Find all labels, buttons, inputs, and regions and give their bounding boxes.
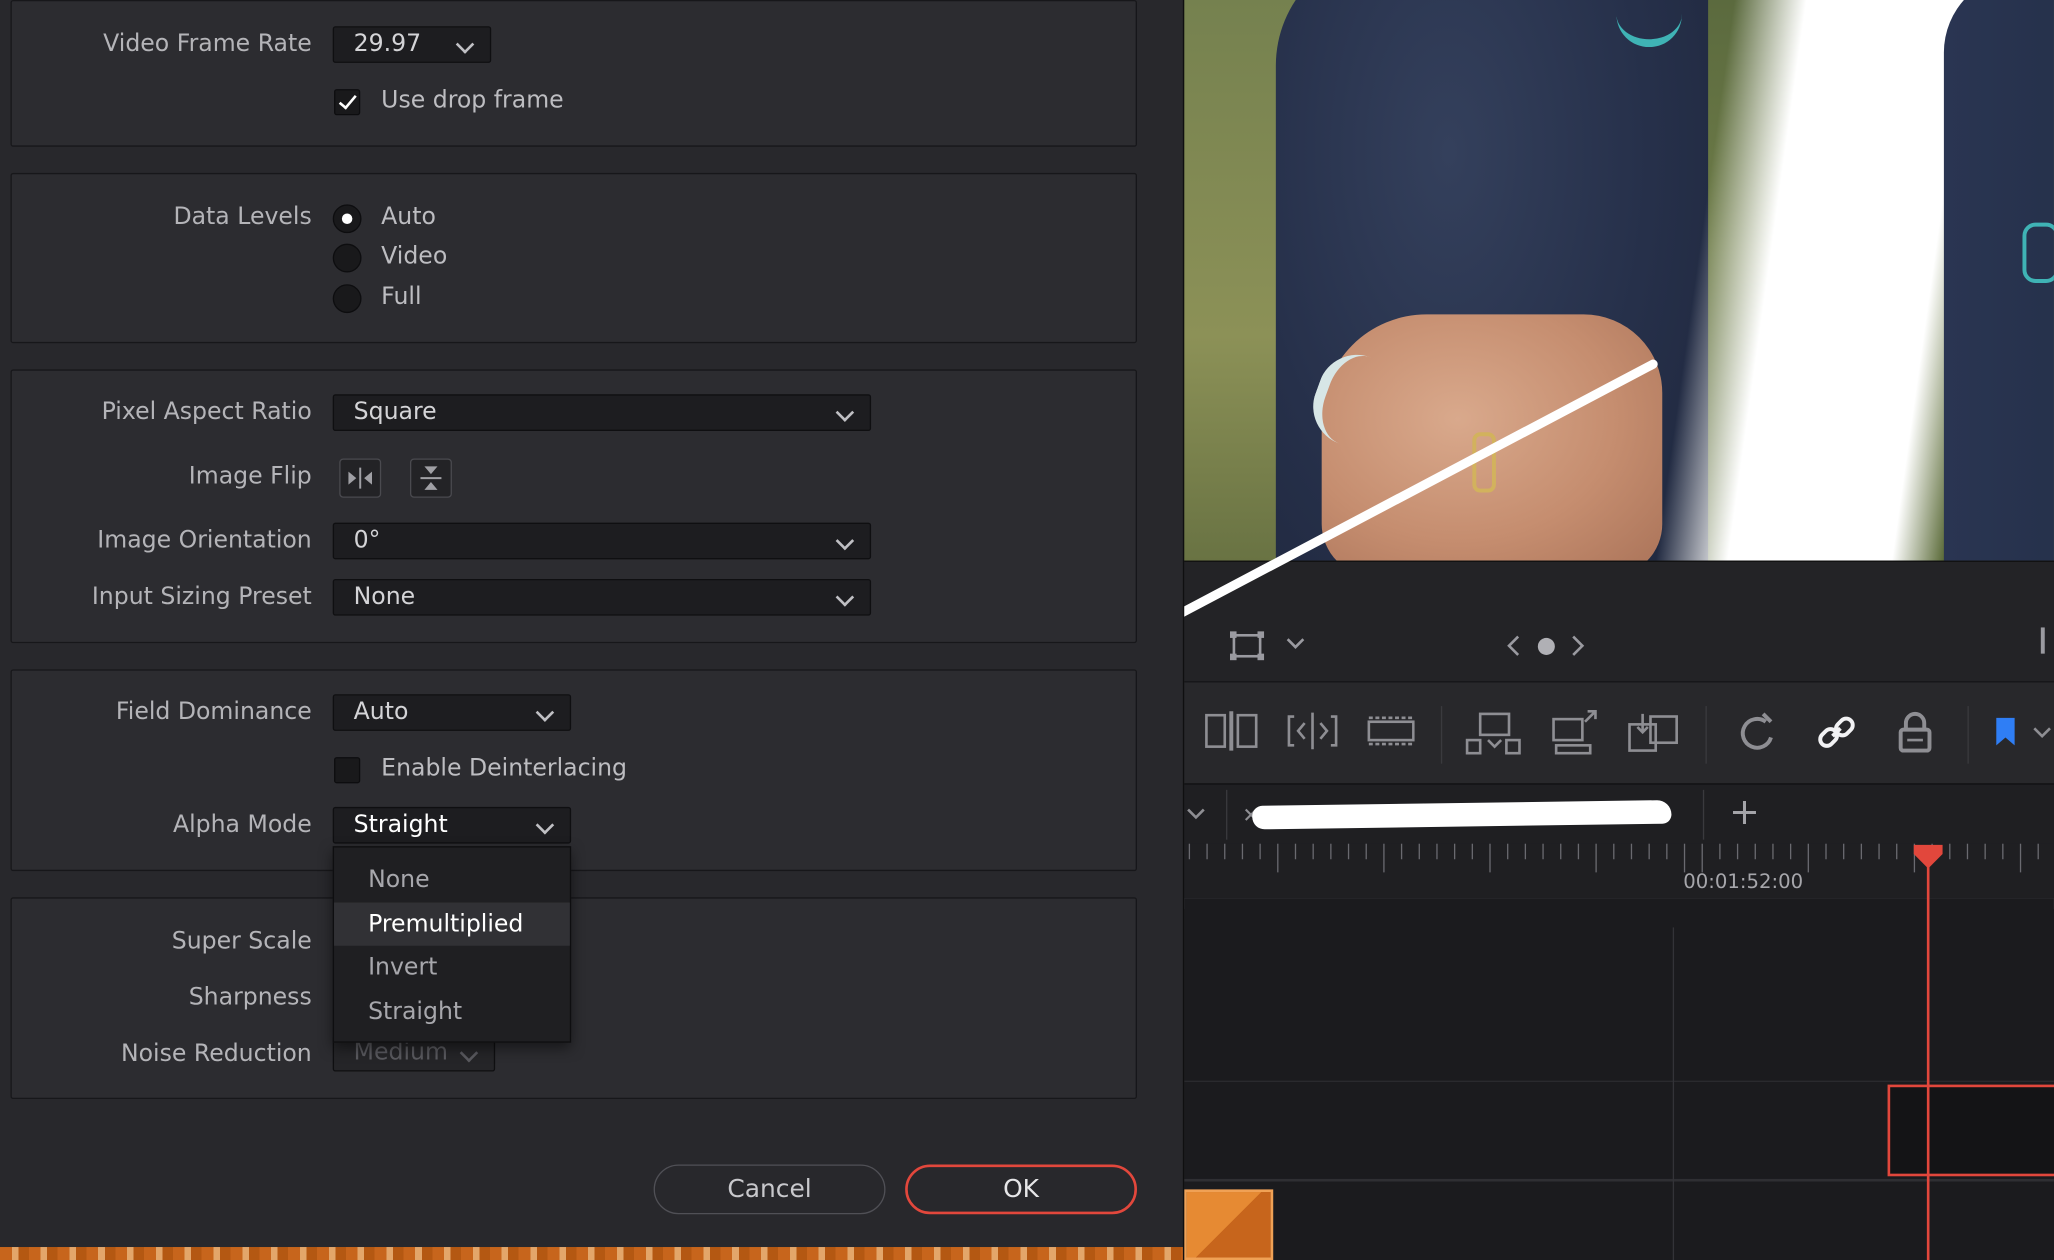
sharpness-label: Sharpness	[188, 983, 312, 1012]
video-frame-rate-label: Video Frame Rate	[103, 30, 312, 58]
field-dominance-label: Field Dominance	[115, 698, 312, 726]
data-levels-full-label: Full	[381, 282, 422, 311]
flip-vertical-icon	[420, 466, 442, 490]
alpha-mode-option-none[interactable]: None	[334, 858, 570, 901]
clip-attributes-dialog: Video Frame Rate 29.97 Use drop frame Da…	[0, 0, 1185, 1260]
use-drop-frame-label: Use drop frame	[381, 86, 564, 114]
data-levels-auto-radio[interactable]	[332, 204, 362, 234]
chevron-down-icon	[455, 35, 475, 54]
alpha-mode-option-invert[interactable]: Invert	[334, 946, 570, 989]
input-sizing-preset-label: Input Sizing Preset	[91, 582, 312, 611]
flip-horizontal-icon	[348, 467, 373, 489]
pixel-aspect-ratio-value: Square	[353, 398, 437, 426]
alpha-mode-dropdown-menu: None Premultiplied Invert Straight	[332, 846, 572, 1043]
super-scale-label: Super Scale	[171, 927, 312, 955]
ok-button[interactable]: OK	[905, 1164, 1137, 1215]
use-drop-frame-checkbox[interactable]	[334, 89, 361, 116]
noise-reduction-label: Noise Reduction	[120, 1040, 312, 1068]
chevron-down-icon	[835, 588, 855, 607]
alpha-mode-option-straight[interactable]: Straight	[334, 990, 570, 1033]
data-levels-video-label: Video	[381, 242, 448, 270]
image-flip-label: Image Flip	[188, 462, 312, 490]
chevron-down-icon	[835, 403, 855, 422]
enable-deinterlacing-label: Enable Deinterlacing	[381, 754, 628, 783]
chevron-down-icon	[535, 815, 555, 835]
frame-rate-group	[10, 0, 1137, 147]
alpha-mode-label: Alpha Mode	[172, 810, 312, 839]
enable-deinterlacing-checkbox[interactable]	[334, 757, 361, 784]
cancel-button[interactable]: Cancel	[653, 1164, 886, 1215]
chevron-down-icon	[835, 531, 855, 551]
flip-horizontal-button[interactable]	[339, 458, 382, 498]
alpha-mode-option-premultiplied[interactable]: Premultiplied	[334, 902, 570, 946]
field-dominance-select[interactable]: Auto	[332, 694, 572, 731]
chevron-down-icon	[459, 1043, 479, 1063]
video-frame-rate-select[interactable]: 29.97	[332, 26, 492, 63]
pixel-aspect-ratio-select[interactable]: Square	[332, 394, 872, 431]
video-frame-rate-value: 29.97	[353, 30, 422, 58]
data-levels-full-radio[interactable]	[332, 284, 362, 314]
field-dominance-value: Auto	[353, 698, 409, 726]
pixel-aspect-ratio-label: Pixel Aspect Ratio	[101, 398, 312, 426]
data-levels-label: Data Levels	[173, 203, 312, 231]
audio-waveform-strip	[0, 1247, 1183, 1260]
data-levels-group	[10, 172, 1137, 344]
data-levels-video-radio[interactable]	[332, 243, 362, 273]
alpha-mode-value: Straight	[353, 810, 448, 839]
noise-reduction-value: Medium	[353, 1038, 448, 1067]
image-orientation-select[interactable]: 0°	[332, 522, 872, 560]
image-orientation-value: 0°	[353, 526, 381, 555]
input-sizing-preset-select[interactable]: None	[332, 578, 872, 616]
data-levels-auto-label: Auto	[381, 203, 436, 231]
alpha-mode-select[interactable]: Straight	[332, 806, 572, 844]
chevron-down-icon	[535, 703, 555, 722]
image-orientation-label: Image Orientation	[97, 526, 312, 555]
flip-vertical-button[interactable]	[409, 458, 452, 498]
input-sizing-preset-value: None	[353, 582, 416, 611]
